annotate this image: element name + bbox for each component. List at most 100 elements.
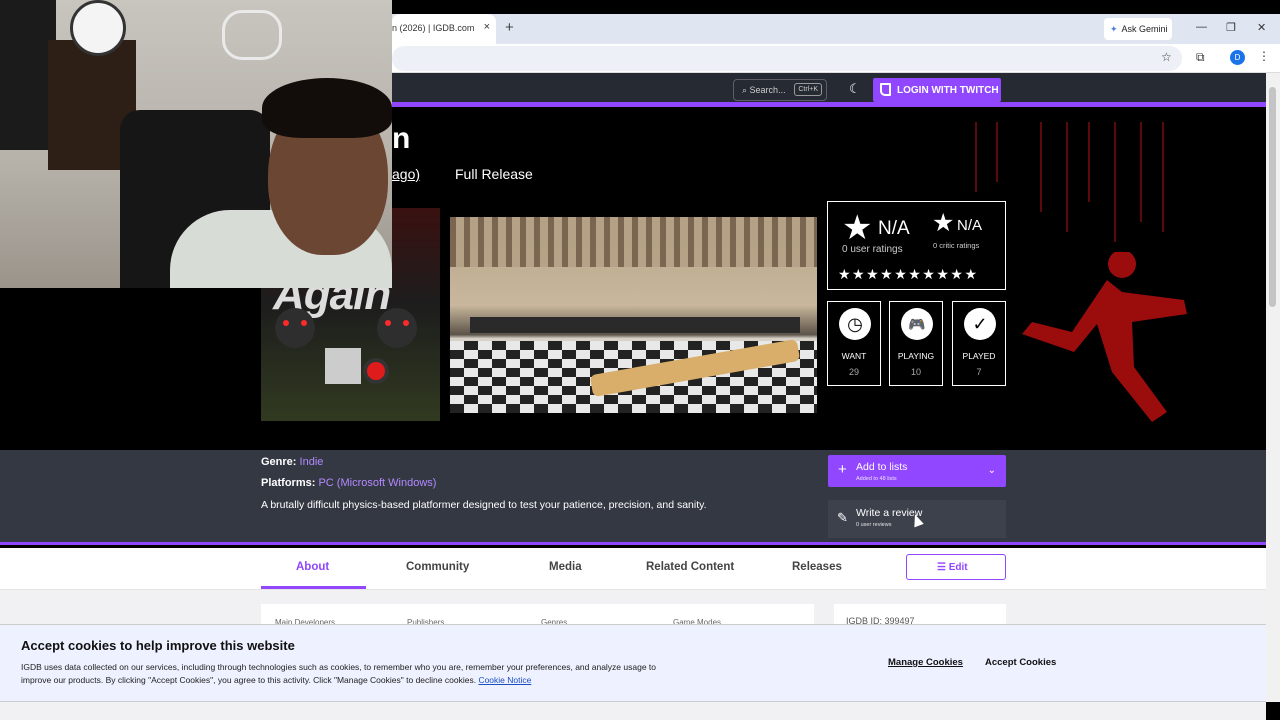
release-date-link[interactable]: ago) [392, 166, 420, 182]
pencil-icon: ✎ [837, 510, 848, 525]
extensions-icon[interactable]: ⧉ [1196, 50, 1205, 65]
game-title: n [392, 122, 411, 155]
dark-mode-icon[interactable]: ☾ [849, 81, 861, 97]
critic-rating-count: 0 critic ratings [933, 241, 980, 250]
cover-skull-left [275, 308, 315, 348]
login-twitch-button[interactable]: LOGIN WITH TWITCH [873, 78, 1001, 102]
scrollbar-thumb[interactable] [1269, 87, 1276, 307]
chevron-down-icon[interactable]: ⌄ [988, 465, 996, 476]
section-tabs: About Community Media Related Content Re… [0, 548, 1266, 590]
tab-community[interactable]: Community [406, 561, 469, 573]
restore-icon[interactable]: ❐ [1226, 21, 1236, 34]
cover-eye [283, 320, 289, 326]
played-button[interactable]: ✓ PLAYED 7 [952, 301, 1006, 386]
accept-cookies-button[interactable]: Accept Cookies [985, 657, 1056, 668]
background-stripe [1140, 122, 1142, 222]
ask-gemini-button[interactable]: ✦ Ask Gemini [1104, 18, 1172, 40]
want-count: 29 [848, 367, 859, 377]
check-icon: ✓ [964, 308, 996, 340]
falling-figure-icon [1022, 252, 1187, 422]
critic-rating-star-icon: ★ [932, 209, 955, 237]
want-button[interactable]: ◷ WANT 29 [827, 301, 881, 386]
clock-icon: ◷ [839, 308, 871, 340]
release-status: Full Release [455, 166, 533, 182]
search-placeholder: Search... [749, 85, 786, 95]
want-label: WANT [841, 351, 867, 361]
platforms-row: Platforms: PC (Microsoft Windows) [261, 477, 436, 489]
tab-about[interactable]: About [296, 561, 329, 573]
gamepad-icon: 🎮 [901, 308, 933, 340]
manage-cookies-button[interactable]: Manage Cookies [888, 657, 963, 668]
genre-row: Genre: Indie [261, 456, 323, 468]
tab-releases[interactable]: Releases [792, 561, 842, 573]
genre-label: Genre: [261, 456, 297, 468]
webcam-controller-light [222, 10, 282, 60]
cover-keypad [325, 348, 361, 384]
background-stripe [1088, 122, 1090, 202]
critic-score: N/A [957, 217, 983, 234]
rating-box: ★ N/A 0 user ratings ★ N/A 0 critic rati… [827, 201, 1006, 290]
played-count: 7 [976, 367, 982, 377]
user-rating-count: 0 user ratings [842, 244, 903, 255]
screenshot-spikes [450, 217, 817, 267]
background-stripe [1162, 122, 1164, 232]
active-tab-indicator [261, 586, 366, 589]
background-stripe [1114, 122, 1116, 242]
search-button[interactable]: ⌕ Search... Ctrl+K [733, 79, 827, 101]
twitch-icon [880, 83, 891, 96]
playing-button[interactable]: 🎮 PLAYING 10 [889, 301, 943, 386]
cover-eye [301, 320, 307, 326]
cookie-title: Accept cookies to help improve this webs… [21, 638, 295, 653]
game-screenshot[interactable] [450, 217, 817, 413]
profile-avatar[interactable]: D [1230, 50, 1245, 65]
tab-media[interactable]: Media [549, 561, 582, 573]
gemini-label: Ask Gemini [1121, 24, 1168, 34]
login-label: LOGIN WITH TWITCH [897, 85, 999, 96]
browser-tab[interactable]: n (2026) | IGDB.com × [392, 14, 496, 44]
platforms-label: Platforms: [261, 477, 316, 489]
cover-skull-right [377, 308, 417, 348]
new-tab-icon[interactable]: + [505, 19, 514, 36]
rate-stars[interactable]: ★★★★★★★★★★ [838, 266, 979, 283]
webcam-clock [70, 0, 126, 56]
background-stripe [975, 122, 977, 192]
page-scrollbar[interactable] [1266, 73, 1280, 702]
edit-label: Edit [948, 562, 968, 573]
minimize-icon[interactable]: — [1196, 21, 1207, 33]
bookmark-star-icon[interactable]: ☆ [1161, 50, 1172, 64]
user-score: N/A [878, 218, 910, 239]
cookie-banner: Accept cookies to help improve this webs… [0, 624, 1266, 702]
edit-list-icon: ☰ [937, 562, 949, 573]
cover-eye [403, 320, 409, 326]
cover-eye [385, 320, 391, 326]
tab-close-icon[interactable]: × [484, 21, 490, 33]
playing-count: 10 [910, 367, 921, 377]
background-stripe [996, 122, 998, 182]
add-to-lists-button[interactable]: + Add to lists Added to 48 lists ⌄ [828, 455, 1006, 487]
omnibox[interactable] [392, 46, 1182, 71]
edit-button[interactable]: ☰ Edit [906, 554, 1006, 580]
played-label: PLAYED [962, 351, 996, 361]
playing-label: PLAYING [897, 351, 935, 361]
cover-red-button [363, 358, 389, 384]
add-lists-count: Added to 48 lists [856, 476, 897, 482]
cookie-notice-link[interactable]: Cookie Notice [478, 675, 531, 685]
review-count: 0 user reviews [856, 522, 892, 528]
webcam-hair [262, 78, 392, 138]
tab-related-content[interactable]: Related Content [646, 561, 734, 573]
user-rating-star-icon: ★ [842, 209, 873, 247]
gemini-spark-icon: ✦ [1110, 24, 1118, 34]
background-stripe [1066, 122, 1068, 232]
screenshot-bench [470, 317, 800, 333]
game-info-band: Genre: Indie Platforms: PC (Microsoft Wi… [0, 450, 1266, 545]
game-description: A brutally difficult physics-based platf… [261, 499, 707, 511]
window-close-icon[interactable]: ✕ [1257, 21, 1266, 34]
search-icon: ⌕ [742, 85, 750, 95]
browser-menu-icon[interactable]: ⋮ [1258, 49, 1270, 63]
cookie-body: IGDB uses data collected on our services… [21, 662, 657, 685]
platform-link[interactable]: PC (Microsoft Windows) [318, 477, 436, 489]
add-lists-label: Add to lists [856, 461, 908, 473]
plus-icon: + [838, 461, 847, 478]
background-stripe [1040, 122, 1042, 212]
genre-link[interactable]: Indie [300, 456, 324, 468]
